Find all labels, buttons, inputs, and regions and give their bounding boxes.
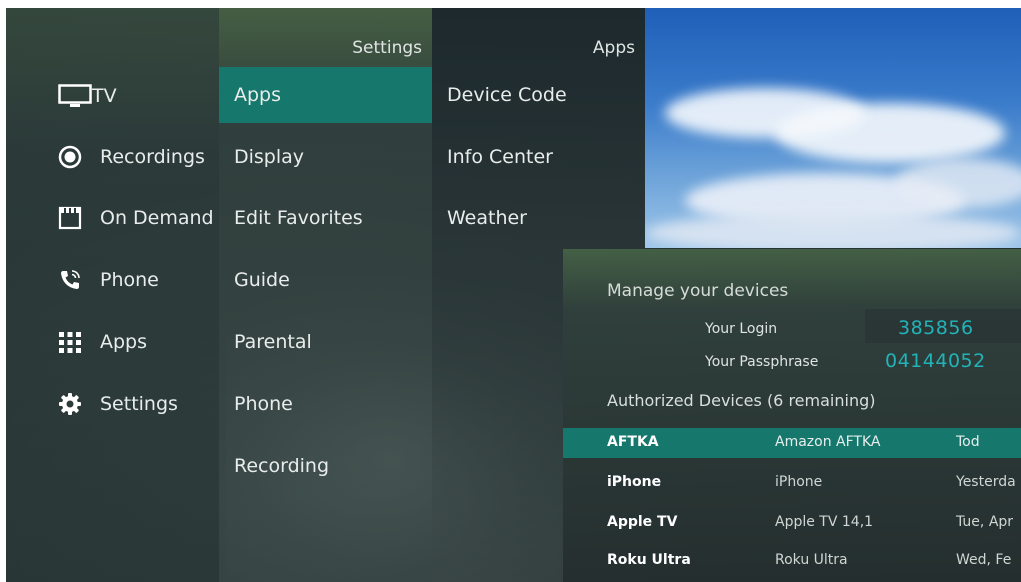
apps-item-device-code[interactable]: Device Code [447,67,567,123]
main-menu-item-tv[interactable]: TV [58,68,117,124]
manage-devices-title: Manage your devices [607,281,789,301]
main-menu-item-on-demand[interactable]: On Demand [58,190,214,246]
device-last-used: Yesterda [956,474,1016,490]
login-label: Your Login [705,321,778,337]
main-menu: TV Recordings On Demand Phone Apps Setti… [6,8,219,582]
settings-menu-title: Settings [352,38,422,58]
device-last-used: Tod [956,434,980,450]
device-name: iPhone [607,474,662,490]
phone-icon [58,268,92,292]
device-model: Apple TV 14,1 [775,514,874,530]
gear-icon [58,392,92,416]
device-name: AFTKA [607,434,659,450]
device-row[interactable]: iPhone iPhone Yesterda [563,468,1021,498]
settings-item-phone[interactable]: Phone [234,376,293,432]
main-menu-label: Phone [100,269,159,291]
device-model: Amazon AFTKA [775,434,881,450]
film-icon [58,206,92,230]
apps-menu-title: Apps [592,38,635,58]
device-name: Roku Ultra [607,552,691,568]
tv-icon [58,84,92,108]
device-row[interactable]: Roku Ultra Roku Ultra Wed, Fe [563,546,1021,576]
passphrase-value: 04144052 [885,350,986,372]
device-model: Roku Ultra [775,552,848,568]
device-last-used: Tue, Apr [956,514,1014,530]
settings-item-edit-favorites[interactable]: Edit Favorites [234,190,363,246]
main-menu-label: Recordings [100,146,205,168]
settings-menu: Settings Apps Display Edit Favorites Gui… [219,8,432,582]
device-row[interactable]: AFTKA Amazon AFTKA Tod [563,428,1021,458]
manage-devices-panel: Manage your devices Your Login 385856 Yo… [563,249,1021,582]
main-menu-label: TV [92,85,117,107]
settings-item-display[interactable]: Display [234,129,304,185]
authorized-devices-title: Authorized Devices (6 remaining) [607,391,876,410]
settings-item-recording[interactable]: Recording [234,438,329,494]
main-menu-label: Apps [100,331,148,353]
sky-preview-image [645,8,1021,248]
record-icon [58,145,92,169]
device-row[interactable]: Apple TV Apple TV 14,1 Tue, Apr [563,508,1021,538]
apps-item-info-center[interactable]: Info Center [447,129,553,185]
settings-item-parental[interactable]: Parental [234,314,312,370]
device-last-used: Wed, Fe [956,552,1012,568]
main-menu-item-phone[interactable]: Phone [58,252,159,308]
login-value: 385856 [898,317,974,339]
device-name: Apple TV [607,514,678,530]
main-menu-label: On Demand [100,207,214,229]
settings-item-apps[interactable]: Apps [234,67,281,123]
apps-item-weather[interactable]: Weather [447,190,527,246]
tv-screen: TV Recordings On Demand Phone Apps Setti… [6,8,1021,582]
main-menu-label: Settings [100,393,178,415]
main-menu-item-recordings[interactable]: Recordings [58,129,205,185]
passphrase-label: Your Passphrase [705,354,819,370]
device-model: iPhone [775,474,823,490]
apps-grid-icon [58,330,92,354]
main-menu-item-settings[interactable]: Settings [58,376,178,432]
settings-item-guide[interactable]: Guide [234,252,290,308]
main-menu-item-apps[interactable]: Apps [58,314,147,370]
